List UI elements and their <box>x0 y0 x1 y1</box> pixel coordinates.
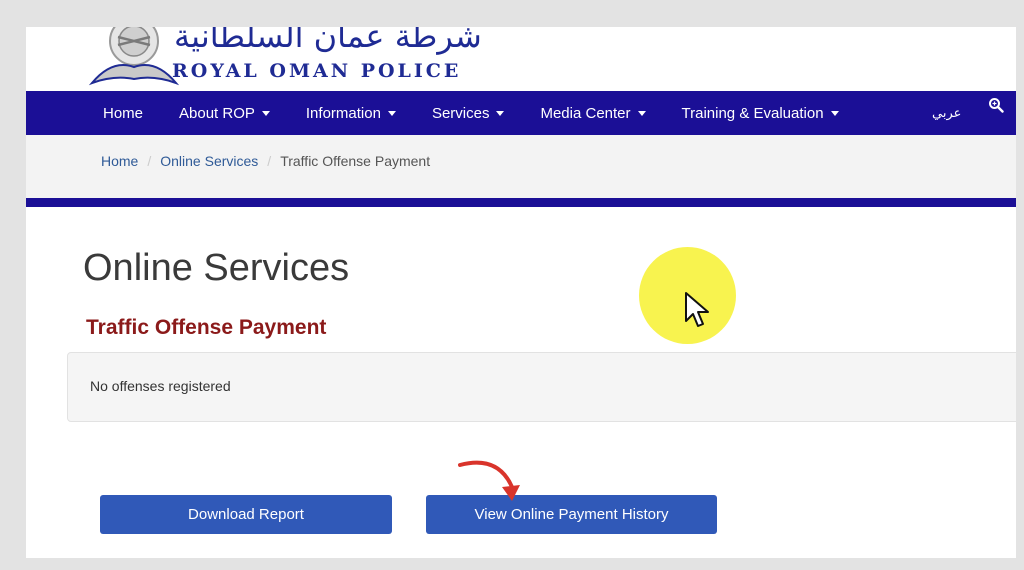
nav-information-label: Information <box>305 104 381 122</box>
logo-english-text: ROYAL OMAN POLICE <box>172 60 462 82</box>
mouse-pointer-icon <box>685 292 709 327</box>
chevron-down-icon <box>387 110 396 116</box>
nav-media-center-label: Media Center <box>540 104 631 122</box>
chevron-down-icon <box>637 110 646 116</box>
rop-emblem-icon <box>88 27 180 86</box>
nav-home[interactable]: Home <box>103 105 143 122</box>
download-report-button[interactable]: Download Report <box>100 495 392 534</box>
breadcrumb-bar: Home / Online Services / Traffic Offense… <box>26 135 1016 207</box>
breadcrumb-separator: / <box>267 153 272 169</box>
nav-information[interactable]: Information <box>306 105 396 122</box>
main-navbar: Home About ROP Information Services Medi… <box>26 91 1016 135</box>
nav-about-rop[interactable]: About ROP <box>179 105 270 122</box>
breadcrumb-current: Traffic Offense Payment <box>280 153 431 169</box>
nav-training-evaluation-label: Training & Evaluation <box>681 104 824 122</box>
nav-training-evaluation[interactable]: Training & Evaluation <box>682 105 839 122</box>
chevron-down-icon <box>830 110 839 116</box>
page-title: Online Services <box>83 247 350 289</box>
breadcrumb-separator: / <box>147 153 152 169</box>
nav-services-label: Services <box>431 104 490 122</box>
nav-media-center[interactable]: Media Center <box>540 104 646 122</box>
chevron-down-icon <box>261 110 270 116</box>
browser-page: شرطة عمان السلطانية ROYAL OMAN POLICE Ho… <box>26 27 1016 558</box>
offenses-panel: No offenses registered <box>67 352 1016 422</box>
logo-arabic-text: شرطة عمان السلطانية <box>174 27 482 55</box>
site-header: شرطة عمان السلطانية ROYAL OMAN POLICE <box>26 27 1016 91</box>
chevron-down-icon <box>496 110 505 116</box>
nav-services[interactable]: Services <box>432 105 505 122</box>
search-icon[interactable] <box>988 97 1004 113</box>
nav-about-rop-label: About ROP <box>179 104 255 122</box>
section-title: Traffic Offense Payment <box>86 316 327 339</box>
breadcrumb-online-services-link[interactable]: Online Services <box>160 153 258 169</box>
nav-home-label: Home <box>103 104 144 122</box>
breadcrumb: Home / Online Services / Traffic Offense… <box>101 153 430 169</box>
breadcrumb-home-link[interactable]: Home <box>101 153 138 169</box>
no-offenses-message: No offenses registered <box>90 378 231 394</box>
language-switch-link[interactable]: عربي <box>932 105 961 121</box>
annotation-arrow-icon <box>458 460 520 501</box>
